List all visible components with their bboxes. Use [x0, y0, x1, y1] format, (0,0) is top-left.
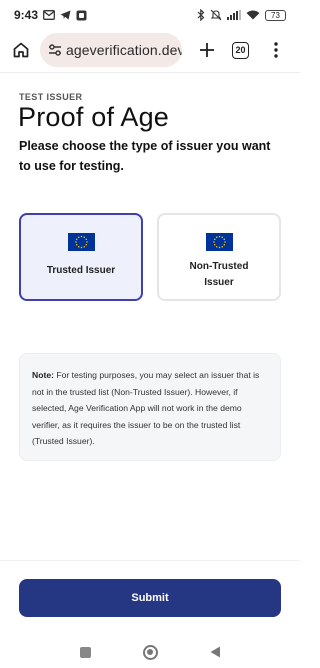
note-text: For testing purposes, you may select an …	[32, 370, 260, 446]
eyebrow-label: TEST ISSUER	[19, 92, 83, 102]
status-bar: 9:43 73	[0, 0, 300, 30]
eu-star	[80, 235, 82, 238]
eu-star	[213, 244, 215, 246]
non-trusted-issuer-option[interactable]: Non-Trusted Issuer	[157, 213, 281, 301]
eu-star	[80, 246, 82, 249]
toolbar-divider	[0, 72, 300, 73]
eu-star	[85, 244, 87, 246]
menu-icon[interactable]	[263, 37, 289, 63]
non-trusted-issuer-label: Non-Trusted Issuer	[189, 261, 249, 288]
eu-star	[74, 241, 77, 243]
page-title: Proof of Age	[18, 102, 170, 132]
battery-icon: 73	[265, 9, 286, 21]
eu-star	[213, 238, 215, 240]
page-subtitle: Please choose the type of issuer you wan…	[19, 139, 271, 173]
testing-note: Note: For testing purposes, you may sele…	[19, 353, 281, 461]
note-label: Note:	[32, 370, 54, 380]
address-bar[interactable]: ageverification.dev	[40, 33, 182, 67]
eu-star	[85, 241, 88, 243]
home-icon[interactable]	[8, 37, 34, 63]
mail-icon	[43, 10, 55, 20]
system-navigation-bar	[0, 636, 300, 668]
telegram-icon	[60, 10, 71, 20]
eu-star	[75, 244, 77, 246]
eu-star	[75, 238, 77, 240]
home-button-icon[interactable]	[142, 644, 158, 660]
recents-icon[interactable]	[79, 646, 91, 658]
eu-flag-icon	[67, 233, 95, 251]
bluetooth-icon	[197, 9, 205, 21]
footer-divider	[0, 560, 300, 561]
eu-star	[218, 235, 220, 238]
back-icon[interactable]	[210, 646, 221, 658]
eu-star	[83, 246, 85, 248]
browser-toolbar: ageverification.dev 20	[0, 31, 300, 69]
eu-star	[223, 238, 225, 240]
eu-star	[83, 236, 85, 238]
eu-star	[77, 246, 79, 248]
eu-star	[77, 236, 79, 238]
wifi-icon	[246, 10, 260, 20]
trusted-issuer-label: Trusted Issuer	[46, 265, 116, 276]
status-right: 73	[197, 9, 286, 21]
status-left: 9:43	[14, 8, 87, 22]
eu-star	[221, 246, 223, 248]
signal-icon	[227, 10, 241, 20]
eu-star	[221, 236, 223, 238]
eu-flag-icon	[205, 233, 233, 251]
submit-button[interactable]: Submit	[19, 579, 281, 617]
app-notification-icon	[76, 10, 87, 21]
eu-star	[215, 236, 217, 238]
trusted-issuer-option[interactable]: Trusted Issuer	[19, 213, 143, 301]
eu-star	[212, 241, 215, 243]
eu-star	[223, 244, 225, 246]
status-time: 9:43	[14, 8, 39, 22]
url-text[interactable]: ageverification.dev	[66, 42, 182, 58]
eu-star	[223, 241, 226, 243]
mute-icon	[210, 9, 222, 21]
new-tab-icon[interactable]	[194, 37, 220, 63]
eu-star	[218, 246, 220, 249]
eu-star	[85, 238, 87, 240]
tabs-icon[interactable]: 20	[232, 41, 249, 59]
site-settings-icon[interactable]	[48, 44, 62, 56]
eu-star	[215, 246, 217, 248]
home-dot	[147, 649, 153, 655]
